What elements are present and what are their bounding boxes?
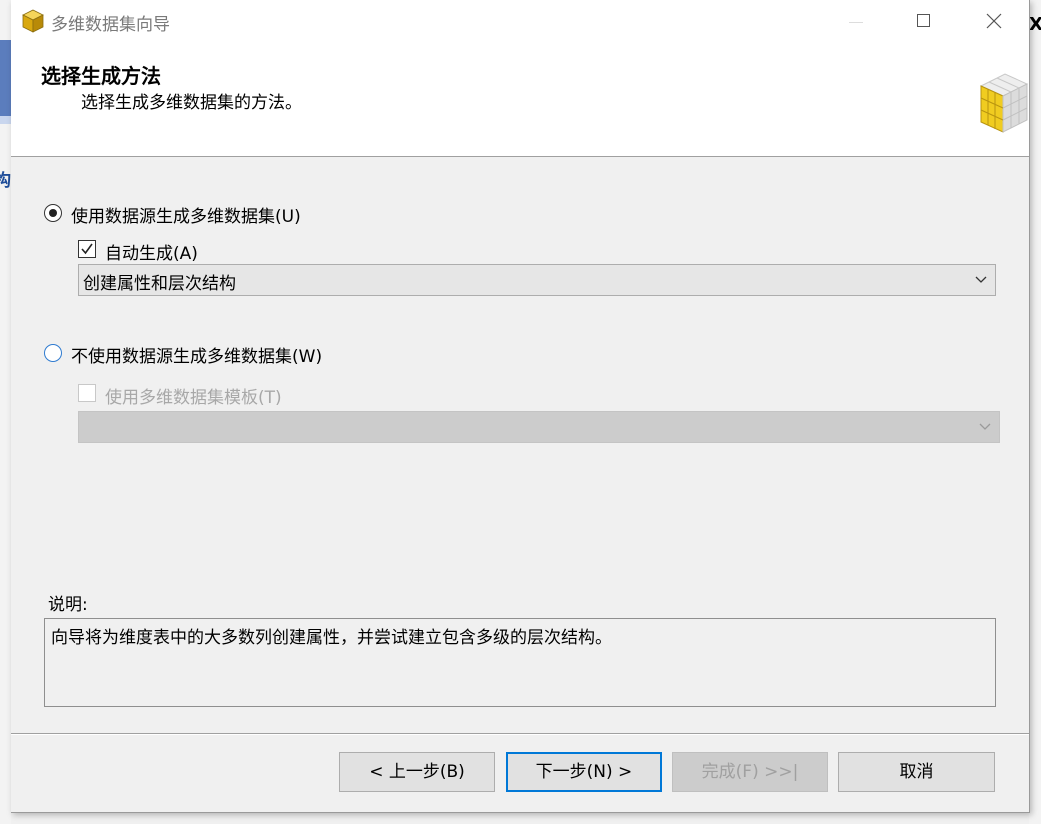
wizard-header: 选择生成方法 选择生成多维数据集的方法。: [11, 42, 1029, 157]
page-subtitle: 选择生成多维数据集的方法。: [81, 93, 302, 113]
cube-grid-icon: [979, 73, 1029, 133]
auto-generate-dropdown[interactable]: 创建属性和层次结构: [78, 264, 996, 296]
cube-wizard-icon: [22, 9, 44, 33]
description-box: 向导将为维度表中的大多数列创建属性，并尝试建立包含多级的层次结构。: [44, 618, 996, 707]
auto-generate-checkbox[interactable]: [78, 240, 96, 258]
close-icon: [986, 13, 1002, 29]
use-template-label[interactable]: 使用多维数据集模板(T): [105, 383, 282, 408]
footer-divider-highlight: [11, 734, 1029, 735]
description-label: 说明:: [48, 595, 88, 615]
title-bar[interactable]: 多维数据集向导: [11, 0, 1029, 42]
cancel-button[interactable]: 取消: [838, 752, 995, 792]
no-data-source-label[interactable]: 不使用数据源生成多维数据集(W): [71, 342, 322, 367]
background-panel: [0, 40, 11, 116]
page-title: 选择生成方法: [41, 64, 161, 88]
background-app-left: 构: [0, 0, 11, 824]
description-text: 向导将为维度表中的大多数列创建属性，并尝试建立包含多级的层次结构。: [51, 628, 612, 648]
maximize-icon: [917, 14, 930, 27]
finish-button[interactable]: 完成(F) >>|: [672, 752, 828, 792]
close-button[interactable]: [971, 0, 1017, 42]
window-title: 多维数据集向导: [51, 15, 170, 35]
background-glyph: 构: [0, 171, 11, 191]
auto-generate-dropdown-value: 创建属性和层次结构: [83, 274, 236, 294]
use-template-checkbox[interactable]: [78, 384, 96, 402]
auto-generate-label[interactable]: 自动生成(A): [105, 239, 198, 264]
minimize-button[interactable]: [831, 0, 877, 42]
minimize-icon: [849, 22, 863, 23]
background-panel-edge: [0, 116, 11, 124]
chevron-down-icon: [975, 276, 987, 283]
use-data-source-radio[interactable]: [44, 204, 62, 222]
template-dropdown[interactable]: [78, 411, 1000, 443]
checkmark-icon: [81, 243, 93, 255]
no-data-source-radio[interactable]: [44, 344, 62, 362]
background-close-glyph: X: [1029, 14, 1041, 35]
chevron-down-icon: [979, 423, 991, 430]
next-button[interactable]: 下一步(N) >: [506, 752, 662, 792]
back-button[interactable]: < 上一步(B): [339, 752, 495, 792]
background-app-right: X: [1029, 0, 1041, 824]
use-data-source-label[interactable]: 使用数据源生成多维数据集(U): [71, 202, 301, 227]
maximize-button[interactable]: [901, 0, 947, 42]
cube-wizard-dialog: 多维数据集向导 选择生成方法 选择生成多维数据集的方法。 使用数据源生成多维数据…: [11, 0, 1030, 813]
